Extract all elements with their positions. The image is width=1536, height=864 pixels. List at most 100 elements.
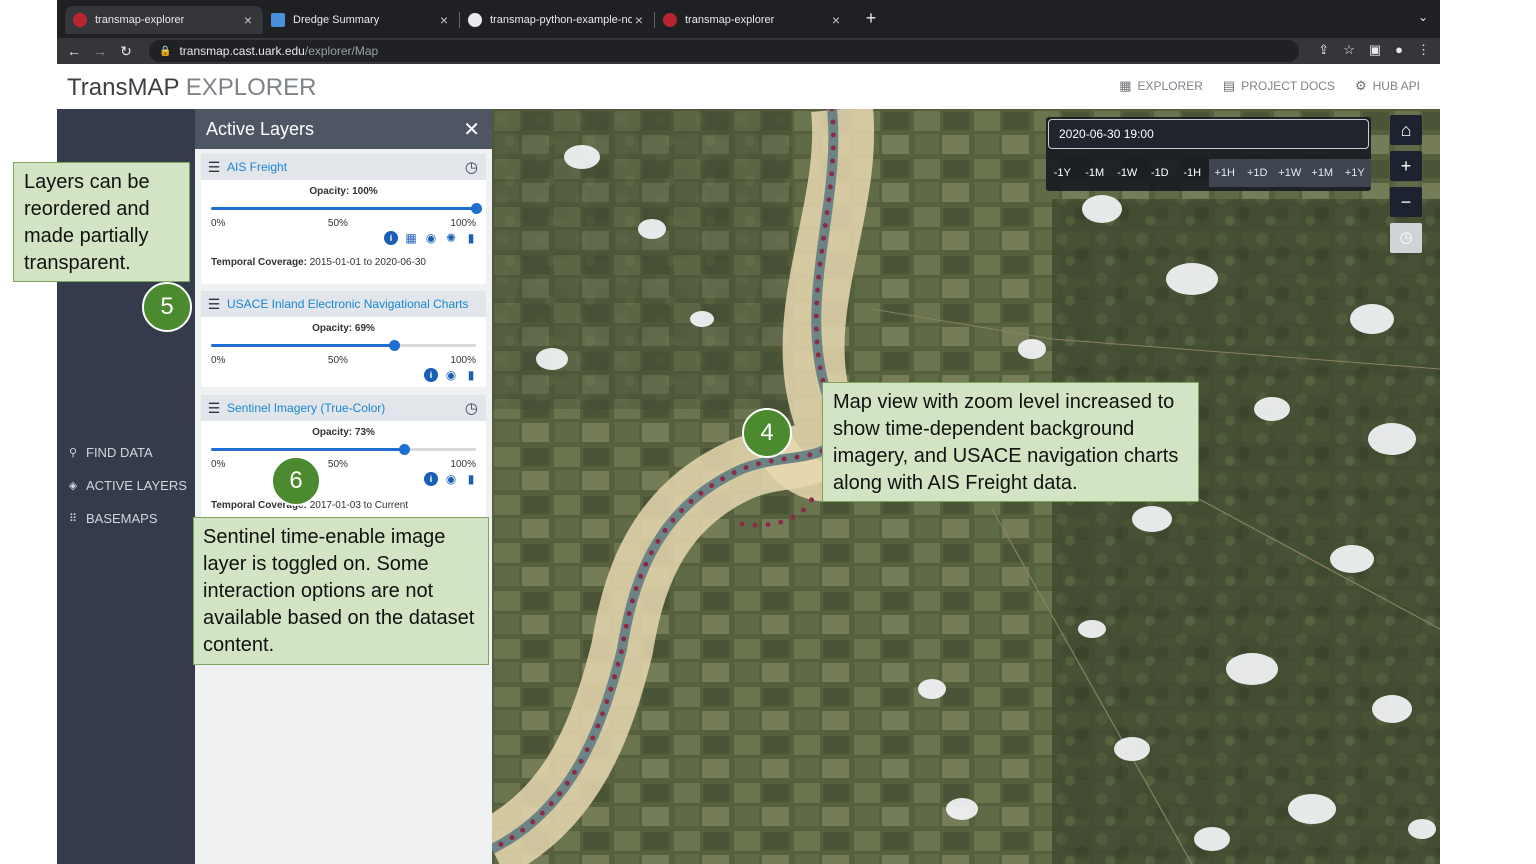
palette-icon[interactable]: ✺ [444,231,458,245]
slide: transmap-explorer × Dredge Summary × tra… [0,0,1536,864]
url-path: /explorer/Map [304,44,379,58]
tick-0: 0% [211,218,226,229]
info-icon[interactable]: i [424,472,438,486]
brand-sub: EXPLORER [185,74,317,101]
new-tab-button[interactable]: + [861,8,881,29]
nav-explorer[interactable]: ▦ EXPLORER [1119,78,1203,94]
annotation-layers-reorder: Layers can be reordered and made partial… [13,162,190,282]
side-panel-icon[interactable]: ▣ [1369,42,1381,58]
trash-icon[interactable]: ▮ [464,231,478,245]
sidebar-item-basemaps[interactable]: ⠿ BASEMAPS [67,511,158,526]
layer-card-header: ☰ USACE Inland Electronic Navigational C… [201,291,486,317]
slider-ticks: 0% 50% 100% [211,459,476,470]
chip-icon: ⚙ [1354,78,1367,93]
reload-icon[interactable]: ↻ [113,43,139,60]
tick-100: 100% [450,218,476,229]
share-icon[interactable]: ⇪ [1318,42,1329,58]
sidebar-item-label: BASEMAPS [86,511,158,526]
clock-icon[interactable]: ◷ [1390,223,1422,253]
slider-handle[interactable] [388,340,400,351]
nav-hub-api[interactable]: ⚙ HUB API [1355,78,1420,94]
layer-card-header: ☰ AIS Freight ◷ [201,154,486,180]
opacity-slider[interactable] [211,443,476,457]
app-logo[interactable]: TransMAP EXPLORER [67,74,316,102]
close-panel-icon[interactable]: ✕ [463,117,480,142]
clock-icon[interactable]: ◷ [465,158,478,176]
drag-handle-icon[interactable]: ☰ [205,296,223,313]
opacity-label: Opacity: 73% [312,427,375,438]
panel-title: Active Layers [206,118,315,139]
temporal-coverage: Temporal Coverage: 2017-01-03 to Current [201,500,486,511]
step-plus-1y-button[interactable]: +1Y [1338,159,1371,187]
toolbar-icons: ⇪ ☆ ▣ ● ⋮ [1318,42,1430,58]
opacity-label: Opacity: 100% [309,186,378,197]
close-tab-icon[interactable]: × [632,12,646,28]
slider-handle[interactable] [471,203,482,214]
nav-project-docs[interactable]: ▤ PROJECT DOCS [1223,78,1335,94]
opacity-label: Opacity: 69% [312,323,375,334]
trash-icon[interactable]: ▮ [464,368,478,382]
clock-icon[interactable]: ◷ [465,399,478,417]
step-plus-1d-button[interactable]: +1D [1241,159,1274,187]
brand-main: TransMAP [67,74,180,101]
eye-icon[interactable]: ◉ [444,472,458,486]
home-icon[interactable]: ⌂ [1390,115,1422,145]
eye-icon[interactable]: ◉ [444,368,458,382]
bookmark-star-icon[interactable]: ☆ [1343,42,1355,58]
layer-name[interactable]: AIS Freight [227,160,465,174]
sidebar-item-find-data[interactable]: ⚲ FIND DATA [67,445,153,460]
zoom-out-icon[interactable]: − [1390,187,1422,217]
coverage-value: 2017-01-03 to Current [309,500,409,511]
tick-50: 50% [327,459,348,470]
layer-name[interactable]: Sentinel Imagery (True-Color) [227,401,465,415]
slider-ticks: 0% 50% 100% [211,355,476,366]
table-icon[interactable]: ▦ [404,231,418,245]
opacity-slider[interactable] [211,202,482,216]
tab-transmap-explorer[interactable]: transmap-explorer × [65,6,263,34]
tab-dredge-summary[interactable]: Dredge Summary × [263,6,459,34]
step-plus-1h-button[interactable]: +1H [1208,159,1241,187]
layer-actions: i ◉ ▮ [201,368,486,382]
map-icon: ▦ [1119,78,1132,93]
kebab-menu-icon[interactable]: ⋮ [1417,42,1430,58]
step-minus-1y-button[interactable]: -1Y [1046,159,1079,187]
profile-icon[interactable]: ● [1395,42,1403,58]
coverage-value: 2015-01-01 to 2020-06-30 [309,257,426,268]
opacity-slider[interactable] [211,339,476,353]
layer-actions: i ▦ ◉ ✺ ▮ [201,231,486,245]
info-icon[interactable]: i [424,368,438,382]
transmap-favicon-icon [73,13,87,27]
close-tab-icon[interactable]: × [241,12,255,28]
step-minus-1h-button[interactable]: -1H [1176,159,1209,187]
grid-icon: ⠿ [68,513,78,525]
step-minus-1w-button[interactable]: -1W [1111,159,1144,187]
step-minus-1d-button[interactable]: -1D [1144,159,1177,187]
step-plus-1w-button[interactable]: +1W [1273,159,1306,187]
sidebar-item-active-layers[interactable]: ◈ ACTIVE LAYERS [67,478,187,493]
info-icon[interactable]: i [384,231,398,245]
forward-arrow-icon[interactable]: → [87,43,113,59]
step-plus-1m-button[interactable]: +1M [1306,159,1339,187]
address-bar[interactable]: 🔒 transmap.cast.uark.edu/explorer/Map [149,40,1299,62]
slider-handle[interactable] [399,444,411,455]
tab-transmap-python-example[interactable]: transmap-python-example-not × [460,6,654,34]
slider-fill [211,448,405,451]
github-favicon-icon [468,13,482,27]
trash-icon[interactable]: ▮ [464,472,478,486]
zoom-in-icon[interactable]: + [1390,151,1422,181]
step-minus-1m-button[interactable]: -1M [1079,159,1112,187]
datetime-input[interactable]: 2020-06-30 19:00 [1048,119,1369,149]
layer-card-sentinel: ☰ Sentinel Imagery (True-Color) ◷ Opacit… [201,395,486,517]
layer-name[interactable]: USACE Inland Electronic Navigational Cha… [227,297,478,311]
tab-transmap-explorer-2[interactable]: transmap-explorer × [655,6,851,34]
close-tab-icon[interactable]: × [437,12,451,28]
tab-title: transmap-python-example-not [490,14,632,26]
drag-handle-icon[interactable]: ☰ [205,159,223,176]
time-control: 2020-06-30 19:00 -1Y -1M -1W -1D -1H +1H… [1046,117,1371,191]
drag-handle-icon[interactable]: ☰ [205,400,223,417]
back-arrow-icon[interactable]: ← [61,43,87,59]
step-badge-5: 5 [142,282,192,332]
close-tab-icon[interactable]: × [829,12,843,28]
eye-icon[interactable]: ◉ [424,231,438,245]
tab-search-chevron-icon[interactable]: ⌄ [1418,10,1428,24]
